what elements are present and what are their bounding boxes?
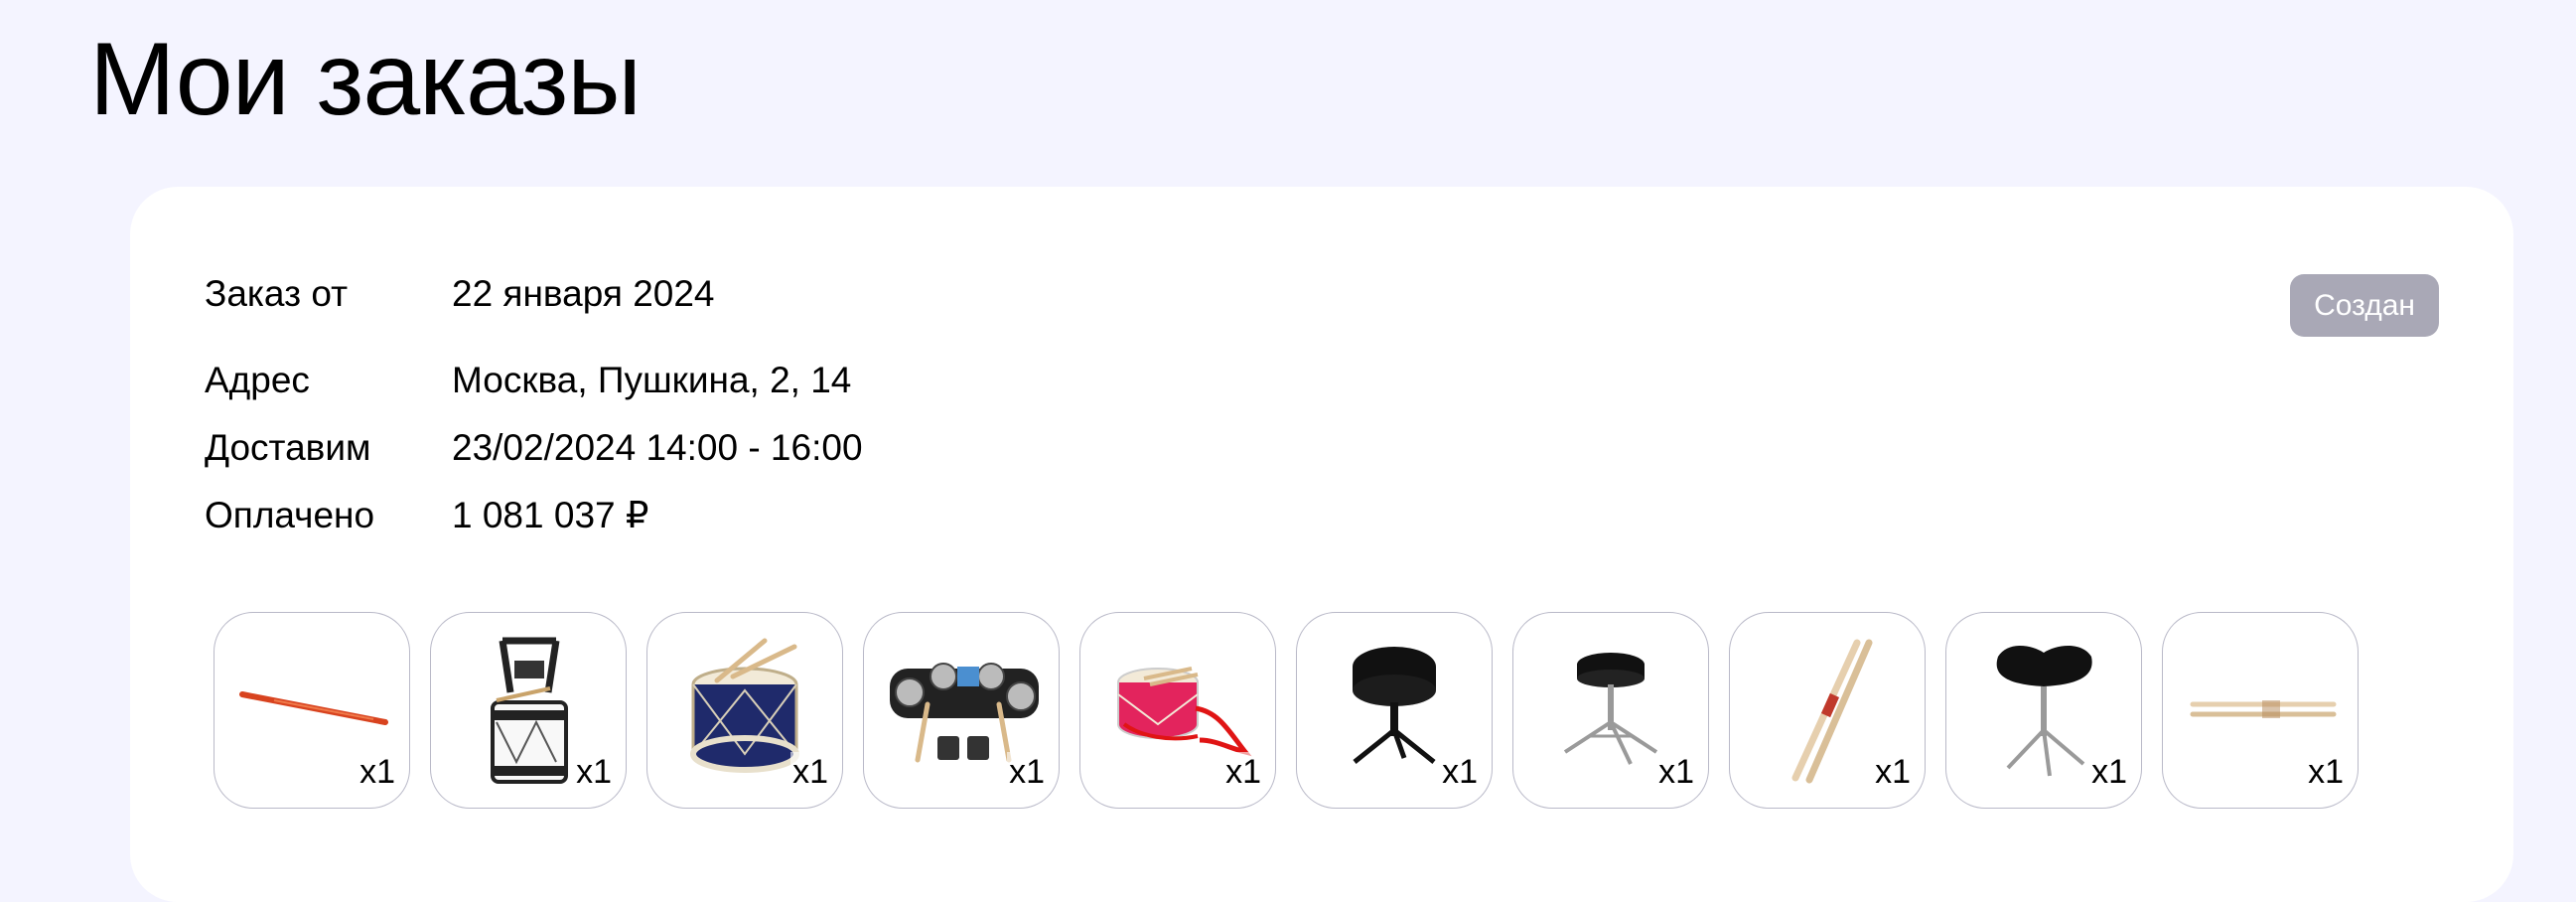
- order-address-label: Адрес: [205, 360, 310, 400]
- order-item[interactable]: x1: [1296, 612, 1493, 809]
- item-quantity: x1: [574, 752, 614, 792]
- item-quantity: x1: [2306, 752, 2346, 792]
- item-quantity: x1: [790, 752, 830, 792]
- item-quantity: x1: [1873, 752, 1913, 792]
- order-date-value: 22 января 2024: [452, 273, 715, 314]
- item-quantity: x1: [1223, 752, 1263, 792]
- order-paid-value: 1 081 037 ₽: [452, 495, 649, 535]
- order-item[interactable]: x1: [2162, 612, 2359, 809]
- order-delivery-value: 23/02/2024 14:00 - 16:00: [452, 427, 863, 468]
- item-quantity: x1: [1656, 752, 1696, 792]
- order-item[interactable]: x1: [214, 612, 410, 809]
- order-delivery-label: Доставим: [205, 427, 371, 468]
- order-address-value: Москва, Пушкина, 2, 14: [452, 360, 852, 400]
- item-quantity: x1: [1007, 752, 1047, 792]
- item-quantity: x1: [2089, 752, 2129, 792]
- order-item[interactable]: x1: [1729, 612, 1926, 809]
- item-quantity: x1: [1440, 752, 1480, 792]
- order-date-label: Заказ от: [205, 273, 349, 314]
- item-quantity: x1: [358, 752, 397, 792]
- order-item[interactable]: x1: [1079, 612, 1276, 809]
- order-item[interactable]: x1: [863, 612, 1060, 809]
- order-item[interactable]: x1: [646, 612, 843, 809]
- order-item[interactable]: x1: [1512, 612, 1709, 809]
- page-title: Мои заказы: [89, 22, 642, 137]
- order-paid-label: Оплачено: [205, 495, 375, 535]
- status-badge: Создан: [2290, 274, 2439, 337]
- order-card[interactable]: Заказ от 22 января 2024 Адрес Москва, Пу…: [130, 187, 2513, 902]
- order-item[interactable]: x1: [1945, 612, 2142, 809]
- order-item[interactable]: x1: [430, 612, 627, 809]
